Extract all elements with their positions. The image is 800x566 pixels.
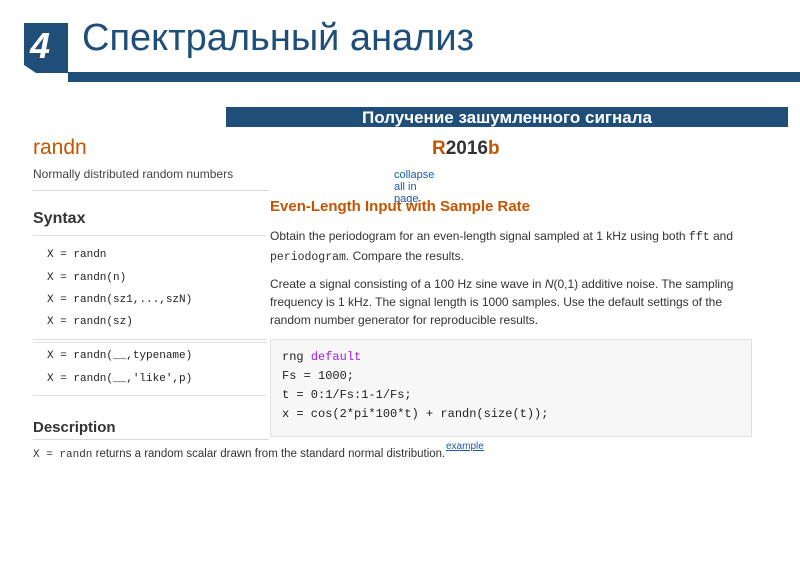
doc-panel: randn R2016b Normally distributed random… [30,128,500,488]
p1-periodogram-code: periodogram [270,251,346,264]
description-body: returns a random scalar drawn from the s… [92,448,446,460]
example-paragraph-2: Create a signal consisting of a 100 Hz s… [270,275,760,329]
example-title: Even-Length Input with Sample Rate [270,198,531,215]
syntax-heading: Syntax [33,210,86,227]
release-r: R [432,138,446,159]
example-paragraph-1: Obtain the periodogram for an even-lengt… [270,227,760,267]
description-divider [33,439,269,440]
syntax-group-1: X = randn X = randn(n) X = randn(sz1,...… [33,235,267,340]
p1-fft-code: fft [688,231,710,244]
p1-text-a: Obtain the periodogram for an even-lengt… [270,229,689,243]
function-name: randn [33,136,87,159]
slide-title: Спектральный анализ [82,17,475,59]
summary-divider [33,190,269,191]
release-badge: R2016b [432,138,500,160]
description-code: X = randn [33,449,93,461]
code-line: t = 0:1/Fs:1-1/Fs; [282,388,412,402]
syntax-line: X = randn(__,'like',p) [47,373,193,385]
code-rng: rng [282,350,311,364]
p1-text-c: . Compare the results. [345,249,464,263]
slide-subtitle: Получение зашумленного сигнала [362,108,652,127]
code-keyword-default: default [310,350,362,364]
function-summary: Normally distributed random numbers [33,167,234,181]
slide-number: 4 [30,25,51,66]
code-block: rng default Fs = 1000; t = 0:1/Fs:1-1/Fs… [270,339,752,437]
syntax-group-2: X = randn(__,typename) X = randn(__,'lik… [33,342,267,396]
p2-text-a: Create a signal consisting of a 100 Hz s… [270,277,545,291]
syntax-line: X = randn [47,249,107,261]
description-text: X = randn returns a random scalar drawn … [33,446,453,464]
p1-text-b: and [709,229,733,243]
syntax-line: X = randn(n) [47,272,127,284]
p2-n: N [544,277,554,291]
header-divider-bar [68,72,800,82]
syntax-line: X = randn(sz) [47,316,133,328]
code-line: x = cos(2*pi*100*t) + randn(size(t)); [282,407,549,421]
example-link[interactable]: example [446,441,484,452]
release-b: b [488,138,500,159]
syntax-line: X = randn(__,typename) [47,350,193,362]
code-line: rng default [282,350,361,364]
syntax-line: X = randn(sz1,...,szN) [47,294,193,306]
description-heading: Description [33,419,116,436]
code-line: Fs = 1000; [282,369,355,383]
release-year: 2016 [445,138,489,159]
